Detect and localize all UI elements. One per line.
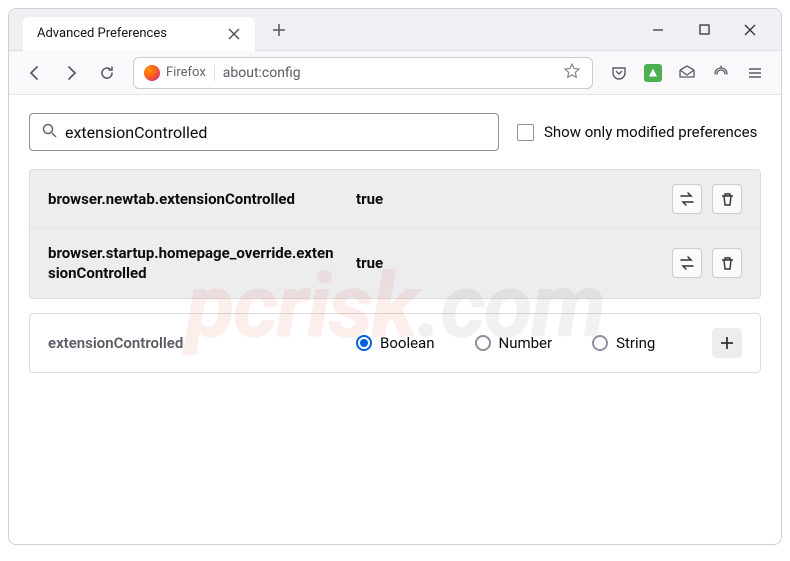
new-pref-row: extensionControlled Boolean Number Strin… (29, 313, 761, 373)
account-icon[interactable] (671, 57, 703, 89)
radio-icon[interactable] (356, 335, 372, 351)
bookmark-star-icon[interactable] (564, 63, 582, 83)
radio-label: Number (499, 334, 553, 352)
new-pref-name: extensionControlled (48, 334, 338, 352)
toggle-button[interactable] (672, 184, 702, 214)
search-box[interactable] (29, 113, 499, 151)
back-button[interactable] (19, 57, 51, 89)
identity-label: Firefox (166, 65, 206, 80)
pref-value: true (356, 254, 654, 272)
maximize-button[interactable] (681, 14, 727, 46)
add-pref-button[interactable] (712, 328, 742, 358)
content-area: Show only modified preferences browser.n… (9, 95, 781, 391)
show-modified-label: Show only modified preferences (544, 123, 757, 141)
delete-button[interactable] (712, 184, 742, 214)
pref-name: browser.startup.homepage_override.extens… (48, 243, 338, 284)
pref-value: true (356, 190, 654, 208)
delete-button[interactable] (712, 248, 742, 278)
search-row: Show only modified preferences (29, 113, 761, 151)
show-modified-checkbox[interactable]: Show only modified preferences (517, 123, 757, 141)
browser-tab[interactable]: Advanced Preferences (23, 17, 255, 51)
titlebar: Advanced Preferences (9, 9, 781, 51)
pref-list: browser.newtab.extensionControlled true … (29, 169, 761, 299)
type-radio-string[interactable]: String (592, 334, 655, 352)
shield-icon[interactable] (705, 57, 737, 89)
address-bar[interactable]: Firefox about:config (133, 57, 593, 89)
radio-icon[interactable] (592, 335, 608, 351)
pref-row[interactable]: browser.startup.homepage_override.extens… (30, 229, 760, 298)
toolbar-icons (603, 57, 771, 89)
type-options: Boolean Number String (356, 334, 694, 352)
toggle-button[interactable] (672, 248, 702, 278)
nav-toolbar: Firefox about:config (9, 51, 781, 95)
forward-button[interactable] (55, 57, 87, 89)
window-frame: Advanced Preferences (8, 8, 782, 545)
search-icon (42, 123, 57, 142)
tab-title: Advanced Preferences (37, 26, 167, 41)
pref-actions (672, 184, 742, 214)
close-tab-icon[interactable] (227, 27, 241, 41)
extension-icon[interactable] (637, 57, 669, 89)
url-text[interactable]: about:config (223, 65, 556, 81)
new-tab-button[interactable] (265, 16, 293, 44)
search-input[interactable] (65, 123, 486, 142)
close-window-button[interactable] (727, 14, 773, 46)
window-controls (635, 14, 773, 46)
pref-actions (672, 248, 742, 278)
reload-button[interactable] (91, 57, 123, 89)
radio-label: String (616, 334, 655, 352)
identity-box[interactable]: Firefox (144, 65, 215, 81)
menu-button[interactable] (739, 57, 771, 89)
checkbox-icon[interactable] (517, 124, 534, 141)
type-radio-number[interactable]: Number (475, 334, 553, 352)
minimize-button[interactable] (635, 14, 681, 46)
radio-icon[interactable] (475, 335, 491, 351)
pref-row[interactable]: browser.newtab.extensionControlled true (30, 170, 760, 229)
pref-name: browser.newtab.extensionControlled (48, 189, 338, 209)
type-radio-boolean[interactable]: Boolean (356, 334, 435, 352)
pocket-icon[interactable] (603, 57, 635, 89)
radio-label: Boolean (380, 334, 435, 352)
firefox-icon (144, 65, 160, 81)
